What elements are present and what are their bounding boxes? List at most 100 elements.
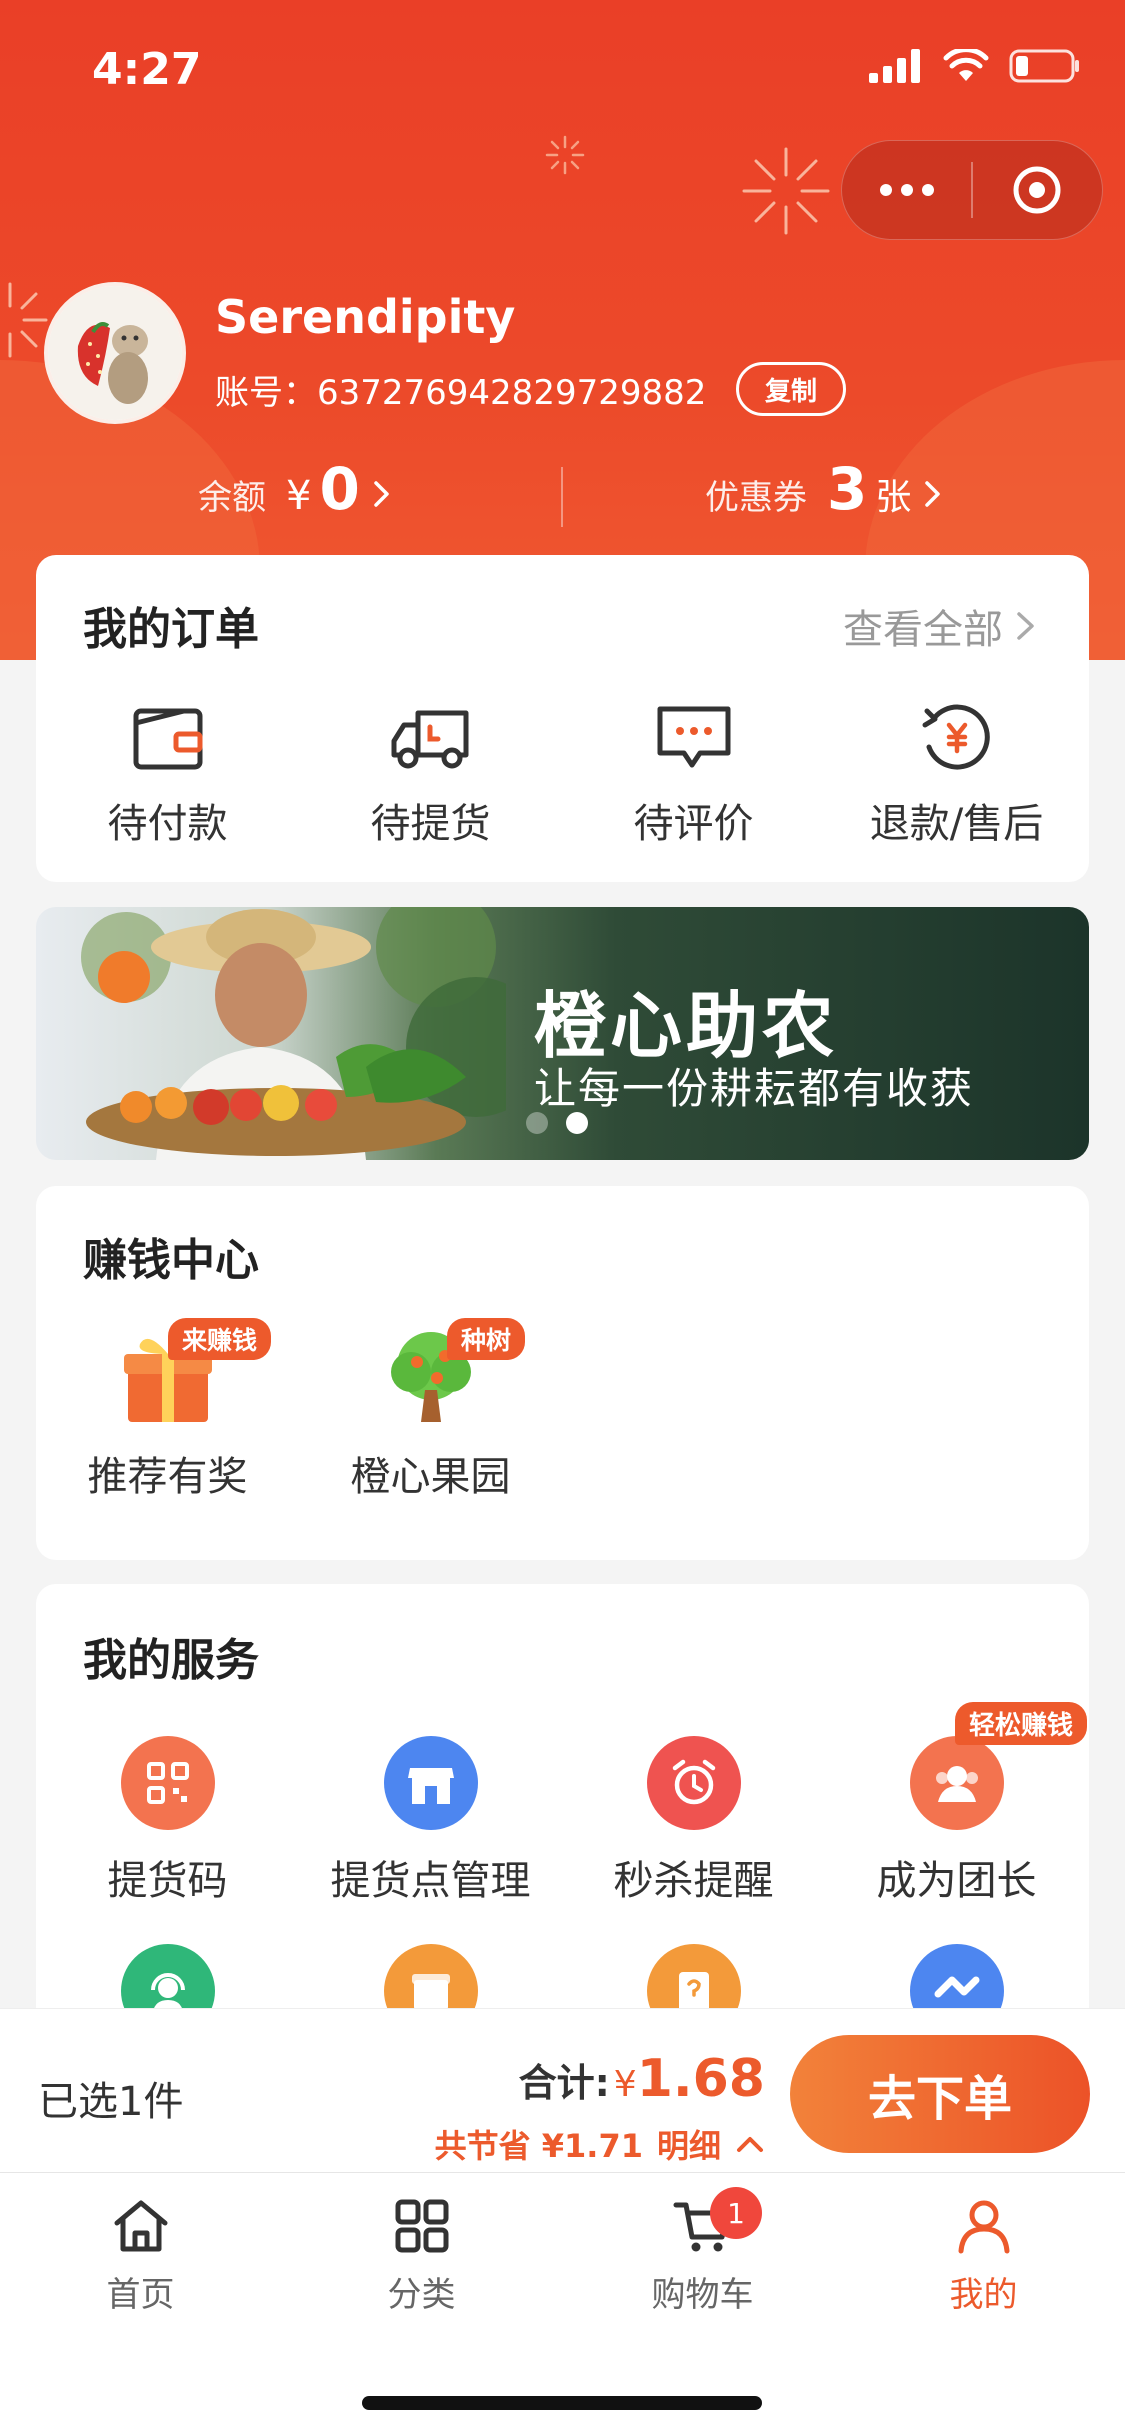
avatar[interactable] xyxy=(44,282,186,424)
orders-title: 我的订单 xyxy=(83,604,259,655)
user-icon xyxy=(958,2200,1009,2254)
total-amount: 1.68 xyxy=(636,2049,765,2109)
leader-icon xyxy=(909,1736,1004,1830)
order-status-label: 退款/售后 xyxy=(869,801,1044,847)
signal-icon xyxy=(869,49,920,83)
farmer-illustration xyxy=(81,907,506,1160)
service-label: 秒杀提醒 xyxy=(613,1858,774,1904)
more-dot-icon xyxy=(921,184,934,196)
promo-banner[interactable]: 橙心助农 让每一份耕耘都有收获 xyxy=(36,907,1089,1160)
coupon-link[interactable]: 优惠券 3 张 xyxy=(705,455,943,523)
firework-decoration xyxy=(545,135,585,175)
username: Serendipity xyxy=(215,290,516,344)
become-leader-item[interactable]: 轻松赚钱 成为团长 xyxy=(825,1702,1088,1906)
tab-label: 首页 xyxy=(106,2275,175,2315)
firework-decoration xyxy=(742,147,830,235)
earn-tag: 种树 xyxy=(447,1318,526,1360)
service-tag: 轻松赚钱 xyxy=(955,1702,1088,1745)
earn-item-label: 推荐有奖 xyxy=(87,1454,248,1500)
savings-text: 共节省 ¥1.71 xyxy=(434,2127,643,2165)
banner-dot[interactable] xyxy=(526,1112,548,1134)
balance-value: 0 xyxy=(319,455,360,523)
status-icons xyxy=(869,48,1081,84)
store-icon xyxy=(383,1736,478,1830)
total-row: 合计: ¥ 1.68 xyxy=(519,2049,765,2109)
avatar-image-icon xyxy=(48,286,182,420)
flash-sale-reminder-item[interactable]: 秒杀提醒 xyxy=(562,1736,825,1906)
orchard-item[interactable]: 种树 橙心果园 xyxy=(299,1318,562,1502)
status-time: 4:27 xyxy=(92,44,202,95)
earn-center-title: 赚钱中心 xyxy=(83,1235,259,1286)
view-all-orders-link[interactable]: 查看全部 xyxy=(843,597,1039,655)
coupon-label: 优惠券 xyxy=(705,478,807,518)
order-pending-pickup[interactable]: 待提货 xyxy=(299,703,562,849)
services-title: 我的服务 xyxy=(83,1635,259,1686)
truck-icon xyxy=(391,710,468,769)
order-status-label: 待提货 xyxy=(370,801,491,847)
order-pending-review[interactable]: 待评价 xyxy=(562,703,825,849)
tab-profile[interactable]: 我的 xyxy=(843,2173,1124,2436)
checkout-bar: 已选1件 合计: ¥ 1.68 共节省 ¥1.71 明细 去下单 xyxy=(0,2008,1125,2172)
referral-reward-item[interactable]: 来赚钱 推荐有奖 xyxy=(36,1318,299,1502)
service-label: 提货点管理 xyxy=(330,1858,531,1904)
coupon-unit: 张 xyxy=(875,477,912,518)
tab-label: 分类 xyxy=(387,2275,456,2315)
pickup-point-item[interactable]: 提货点管理 xyxy=(299,1736,562,1906)
chevron-up-icon xyxy=(737,2137,763,2152)
chevron-right-icon xyxy=(1017,612,1034,640)
cart-badge: 1 xyxy=(710,2187,762,2239)
account-number: 账号：637276942829729882 xyxy=(215,373,707,413)
pickup-code-item[interactable]: 提货码 xyxy=(36,1736,299,1906)
tab-home[interactable]: 首页 xyxy=(0,2173,281,2436)
balance-link[interactable]: 余额 ¥ 0 xyxy=(198,455,392,523)
service-label: 提货码 xyxy=(107,1858,228,1904)
savings-detail-toggle[interactable]: 共节省 ¥1.71 明细 xyxy=(435,2121,765,2167)
earn-item-label: 橙心果园 xyxy=(350,1454,511,1500)
stats-divider xyxy=(561,467,563,527)
orders-card: 我的订单 查看全部 待付款 待提货 待评价 退款/售后 xyxy=(36,555,1089,882)
coupon-count: 3 xyxy=(827,455,868,523)
earn-tag: 来赚钱 xyxy=(168,1318,272,1360)
tab-label: 我的 xyxy=(949,2275,1018,2315)
firework-decoration xyxy=(8,282,48,358)
home-indicator[interactable] xyxy=(362,2396,762,2410)
target-close-icon xyxy=(1013,166,1061,214)
order-refund-aftersales[interactable]: 退款/售后 xyxy=(825,703,1088,849)
copy-account-button[interactable]: 复制 xyxy=(736,362,846,416)
more-dot-icon xyxy=(900,184,913,196)
order-status-label: 待付款 xyxy=(107,801,228,847)
home-icon xyxy=(114,2200,167,2252)
services-card: 我的服务 提货码 提货点管理 秒杀提醒 轻松赚钱 成为团长 xyxy=(36,1584,1089,2044)
balance-label: 余额 xyxy=(198,478,266,518)
balance-currency: ¥ xyxy=(286,473,312,519)
status-bar: 4:27 xyxy=(0,0,1125,140)
wallet-icon xyxy=(133,708,202,770)
earn-center-grid: 来赚钱 推荐有奖 种树 橙心果园 xyxy=(36,1318,1089,1502)
banner-pagination xyxy=(526,1112,588,1134)
detail-label: 明细 xyxy=(656,2127,721,2165)
banner-dot-active[interactable] xyxy=(566,1112,588,1134)
tab-label: 购物车 xyxy=(651,2275,754,2315)
selected-count: 已选1件 xyxy=(38,2079,184,2125)
category-icon xyxy=(395,2199,448,2253)
more-dot-icon xyxy=(879,184,892,196)
order-status-label: 待评价 xyxy=(633,801,754,847)
mini-program-capsule xyxy=(841,140,1103,240)
total-label: 合计: xyxy=(518,2061,610,2105)
total-currency: ¥ xyxy=(613,2064,637,2105)
battery-icon xyxy=(1009,49,1079,83)
chevron-right-icon xyxy=(374,481,389,507)
services-grid-row: 提货码 提货点管理 秒杀提醒 轻松赚钱 成为团长 xyxy=(36,1702,1089,1906)
order-status-grid: 待付款 待提货 待评价 退款/售后 xyxy=(36,703,1089,849)
chevron-right-icon xyxy=(925,481,941,507)
banner-subtitle: 让每一份耕耘都有收获 xyxy=(534,1064,975,1113)
more-options-button[interactable] xyxy=(842,141,971,239)
wifi-icon xyxy=(943,49,989,81)
place-order-button[interactable]: 去下单 xyxy=(790,2035,1090,2153)
account-stats: 余额 ¥ 0 优惠券 3 张 xyxy=(0,455,1125,535)
view-all-label: 查看全部 xyxy=(843,607,1003,653)
order-pending-payment[interactable]: 待付款 xyxy=(36,703,299,849)
close-mini-program-button[interactable] xyxy=(973,141,1102,239)
refund-icon xyxy=(922,704,990,770)
comment-icon xyxy=(657,706,730,768)
